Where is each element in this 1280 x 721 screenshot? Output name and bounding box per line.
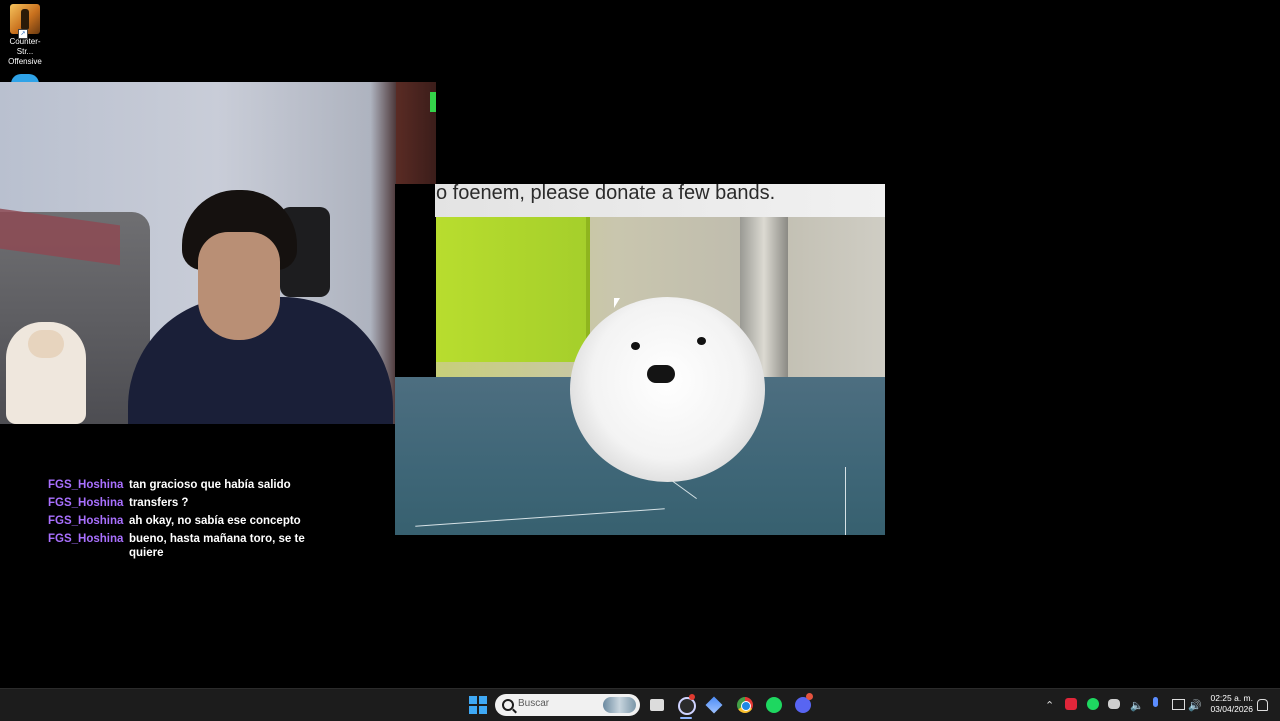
spotify-tray-icon[interactable] [1087, 698, 1099, 710]
chat-username: FGS_Hoshina [48, 533, 124, 545]
chat-text: tan gracioso que había salido [129, 479, 291, 491]
notification-badge [689, 694, 695, 700]
chat-text: bueno, hasta mañana toro, se te quiere [129, 533, 305, 559]
shortcut-arrow-icon: ↗ [18, 29, 28, 39]
chat-username: FGS_Hoshina [48, 497, 124, 509]
chat-text: transfers ? [129, 497, 189, 509]
spotify-icon[interactable] [766, 697, 782, 713]
notification-bell-icon[interactable] [1257, 699, 1268, 711]
search-placeholder: Buscar [518, 698, 550, 709]
desktop-icon-label: Counter-Str... Offensive [8, 37, 42, 66]
volume-icon[interactable]: 🔊 [1188, 699, 1202, 712]
chevron-up-icon[interactable]: ⌃ [1045, 699, 1054, 712]
image-caption: o foenem, please donate a few bands. [436, 184, 776, 204]
microphone-icon[interactable] [1153, 697, 1158, 707]
dog-photo [395, 217, 885, 535]
diamond-app-icon[interactable] [705, 696, 723, 714]
discord-badge [806, 693, 813, 700]
clock-date: 03/04/2026 [1210, 704, 1253, 714]
chat-username: FGS_Hoshina [48, 479, 124, 491]
chrome-icon[interactable] [737, 697, 753, 713]
dog-image-overlay: o foenem, please donate a few bands. [395, 184, 885, 535]
search-box[interactable]: Buscar [495, 694, 640, 716]
green-door [436, 217, 590, 362]
chat-overlay: FGS_Hoshina tan gracioso que había salid… [48, 478, 338, 564]
streamer-face [198, 232, 280, 340]
chat-username: FGS_Hoshina [48, 515, 124, 527]
mouse-cursor-icon [614, 298, 620, 308]
speaker-icon[interactable]: 🔈 [1130, 699, 1144, 712]
chat-message: FGS_Hoshina tan gracioso que había salid… [48, 478, 338, 492]
discord-tray-icon[interactable] [1108, 699, 1120, 709]
task-view-icon[interactable] [650, 699, 664, 711]
chat-message: FGS_Hoshina bueno, hasta mañana toro, se… [48, 532, 338, 560]
search-icon [502, 699, 514, 711]
webcam-feed [0, 82, 436, 424]
clock-time: 02:25 a. m. [1210, 693, 1253, 703]
search-highlight-image [603, 697, 636, 713]
active-app-indicator [680, 717, 692, 719]
taskbar: Buscar ⌃ 🔈 🔊 02:25 a. m. 03/04/2026 [0, 688, 1280, 721]
chat-message: FGS_Hoshina ah okay, no sabía ese concep… [48, 514, 338, 528]
start-icon[interactable] [469, 696, 487, 714]
white-dog [570, 297, 765, 482]
desktop-icon-counter-strike[interactable]: ↗ Counter-Str... Offensive [2, 4, 48, 67]
clock[interactable]: 02:25 a. m. 03/04/2026 [1205, 693, 1253, 715]
chat-message: FGS_Hoshina transfers ? [48, 496, 338, 510]
chat-text: ah okay, no sabía ese concepto [129, 515, 301, 527]
network-icon[interactable] [1172, 699, 1185, 710]
counter-strike-icon: ↗ [10, 4, 40, 39]
recording-icon[interactable] [1065, 698, 1077, 710]
